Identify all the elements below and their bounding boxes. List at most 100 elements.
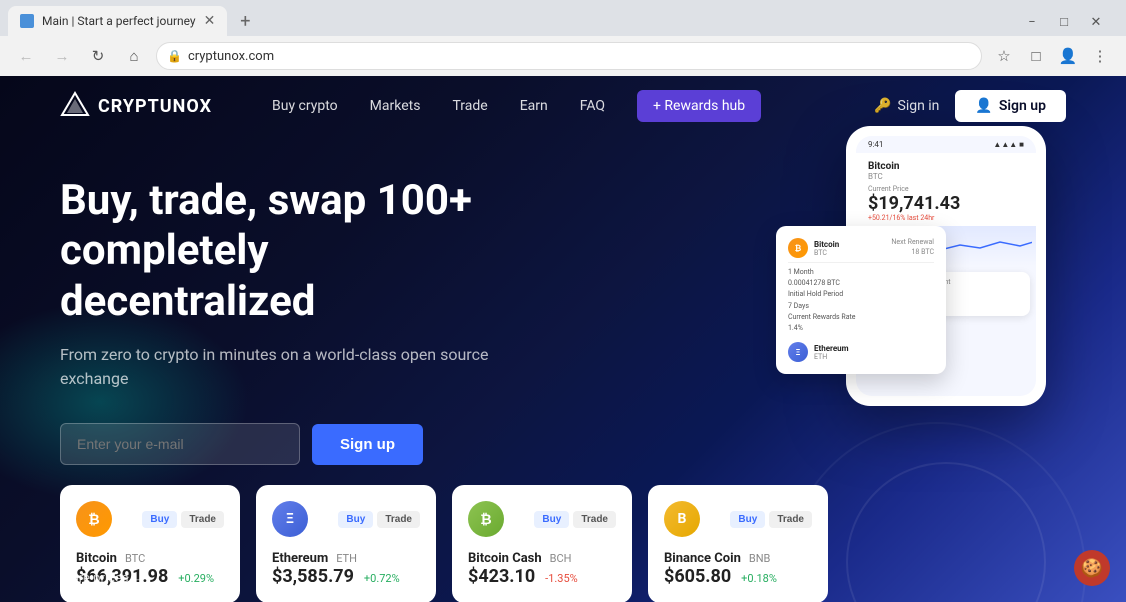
bch-trade-button[interactable]: Trade: [573, 511, 616, 528]
nav-markets[interactable]: Markets: [370, 98, 421, 114]
eth-buy-button[interactable]: Buy: [338, 511, 373, 528]
new-tab-button[interactable]: +: [231, 7, 259, 35]
home-button[interactable]: ⌂: [120, 42, 148, 70]
nav-faq[interactable]: FAQ: [580, 98, 605, 114]
eth-price: $3,585.79: [272, 566, 354, 587]
eth-card-actions: Buy Trade: [338, 511, 420, 528]
tab-favicon: [20, 14, 34, 28]
bch-change: -1.35%: [545, 572, 578, 585]
hero-signup-button[interactable]: Sign up: [312, 424, 423, 465]
phone-price-label: Current Price: [868, 185, 1024, 193]
eth-details-sm: Ethereum ETH: [814, 344, 928, 361]
back-button[interactable]: ←: [12, 42, 40, 70]
btc-details-sm: Bitcoin BTC: [814, 240, 885, 257]
bch-price: $423.10: [468, 566, 535, 587]
bnb-logo: B: [664, 501, 700, 537]
restore-button[interactable]: □: [1050, 8, 1078, 36]
bookmark-button[interactable]: ☆: [990, 42, 1018, 70]
crypto-card-bnb: B Buy Trade Binance Coin BNB $605.80 +0.…: [648, 485, 828, 602]
bch-card-ticker: BCH: [550, 552, 572, 565]
btc-ticker-sm: BTC: [814, 249, 885, 257]
tab-title-text: Main | Start a perfect journey: [42, 14, 196, 28]
btc-buy-button[interactable]: Buy: [142, 511, 177, 528]
logo-text: CRYPTUNOX: [98, 96, 212, 117]
nav-buy-crypto[interactable]: Buy crypto: [272, 98, 338, 114]
rewards-hub-button[interactable]: + Rewards hub: [637, 90, 761, 122]
crypto-card-bch: ₿ Buy Trade Bitcoin Cash BCH $423.10 -1.…: [452, 485, 632, 602]
nav-links: Buy crypto Markets Trade Earn FAQ + Rewa…: [272, 90, 874, 122]
logo-icon: [60, 91, 90, 121]
btc-logo: ₿: [76, 501, 112, 537]
float-coin-row-eth: Ξ Ethereum ETH: [788, 338, 934, 366]
bch-card-name: Bitcoin Cash: [468, 551, 542, 566]
signup-button[interactable]: 👤 Sign up: [955, 90, 1066, 122]
forward-button[interactable]: →: [48, 42, 76, 70]
hero-form: Sign up: [60, 423, 500, 465]
bch-card-actions: Buy Trade: [534, 511, 616, 528]
lock-icon: 🔒: [167, 49, 182, 63]
menu-button[interactable]: ⋮: [1086, 42, 1114, 70]
browser-chrome: − □ ✕ Main | Start a perfect journey ✕ +…: [0, 0, 1126, 76]
eth-icon-sm: Ξ: [788, 342, 808, 362]
close-button[interactable]: ✕: [1082, 8, 1110, 36]
reload-button[interactable]: ↻: [84, 42, 112, 70]
eth-change: +0.72%: [364, 572, 400, 585]
phone-price: $19,741.43: [868, 193, 1024, 214]
user-icon: 👤: [975, 98, 992, 114]
bch-buy-button[interactable]: Buy: [534, 511, 569, 528]
bnb-change: +0.18%: [741, 572, 777, 585]
extensions-button[interactable]: □: [1022, 42, 1050, 70]
bnb-buy-button[interactable]: Buy: [730, 511, 765, 528]
bnb-trade-button[interactable]: Trade: [769, 511, 812, 528]
bch-logo: ₿: [468, 501, 504, 537]
bch-card-name-row: Bitcoin Cash BCH: [468, 547, 616, 566]
eth-logo: Ξ: [272, 501, 308, 537]
btc-trade-button[interactable]: Trade: [181, 511, 224, 528]
eth-card-ticker: ETH: [336, 552, 357, 565]
address-bar[interactable]: 🔒 cryptunox.com: [156, 42, 982, 70]
btc-card-name-row: Bitcoin BTC: [76, 547, 224, 566]
btc-card-ticker: BTC: [125, 552, 145, 565]
bnb-card-ticker: BNB: [749, 552, 771, 565]
bnb-price-row: $605.80 +0.18%: [664, 566, 812, 587]
minimize-button[interactable]: −: [1018, 8, 1046, 36]
btc-icon-sm: ₿: [788, 238, 808, 258]
url-text: cryptunox.com: [188, 49, 971, 64]
eth-card-name-row: Ethereum ETH: [272, 547, 420, 566]
chat-icon[interactable]: 🍪: [1074, 550, 1110, 586]
nav-right: 🔑 Sign in 👤 Sign up: [874, 90, 1066, 122]
browser-tab-active[interactable]: Main | Start a perfect journey ✕: [8, 6, 227, 36]
crypto-card-eth: Ξ Buy Trade Ethereum ETH $3,585.79 +0.72…: [256, 485, 436, 602]
more-prices-link[interactable]: More prices →: [60, 570, 145, 586]
eth-card-top: Ξ Buy Trade: [272, 501, 420, 537]
btc-card-name: Bitcoin: [76, 551, 117, 566]
logo[interactable]: CRYPTUNOX: [60, 91, 212, 121]
btc-name-sm: Bitcoin: [814, 240, 885, 249]
browser-controls: ← → ↻ ⌂ 🔒 cryptunox.com ☆ □ 👤 ⋮: [0, 36, 1126, 76]
bnb-card-actions: Buy Trade: [730, 511, 812, 528]
eth-name-sm: Ethereum: [814, 344, 928, 353]
profile-button[interactable]: 👤: [1054, 42, 1082, 70]
signin-label: Sign in: [898, 98, 940, 114]
browser-right-buttons: ☆ □ 👤 ⋮: [990, 42, 1114, 70]
hero-title: Buy, trade, swap 100+ completely decentr…: [60, 176, 500, 327]
tab-close-icon[interactable]: ✕: [204, 13, 216, 29]
phone-mockup: 9:41 ▲▲▲ ■ Bitcoin BTC Current Price $19…: [846, 126, 1066, 406]
phone-time: 9:41: [868, 140, 883, 149]
bch-card-top: ₿ Buy Trade: [468, 501, 616, 537]
btc-card-top: ₿ Buy Trade: [76, 501, 224, 537]
phone-header: Bitcoin BTC Current Price $19,741.43 +50…: [856, 153, 1036, 226]
eth-card-name: Ethereum: [272, 551, 328, 566]
nav-trade[interactable]: Trade: [452, 98, 487, 114]
bnb-price: $605.80: [664, 566, 731, 587]
eth-trade-button[interactable]: Trade: [377, 511, 420, 528]
bnb-card-name-row: Binance Coin BNB: [664, 547, 812, 566]
email-input[interactable]: [60, 423, 300, 465]
bch-price-row: $423.10 -1.35%: [468, 566, 616, 587]
btc-card-actions: Buy Trade: [142, 511, 224, 528]
signin-button[interactable]: 🔑 Sign in: [874, 98, 939, 114]
phone-coin-ticker: BTC: [868, 172, 1024, 181]
hero-subtitle: From zero to crypto in minutes on a worl…: [60, 343, 500, 391]
website-content: CRYPTUNOX Buy crypto Markets Trade Earn …: [0, 76, 1126, 602]
nav-earn[interactable]: Earn: [520, 98, 548, 114]
